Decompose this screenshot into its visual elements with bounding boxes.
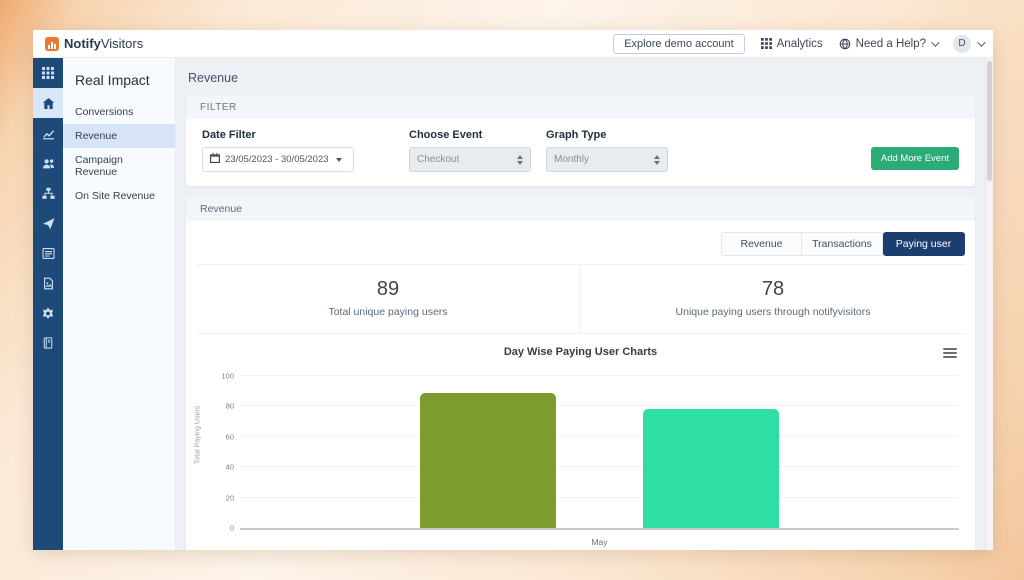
y-axis-title: Total Paying Users — [195, 405, 202, 463]
chart-menu-icon[interactable] — [943, 346, 957, 360]
chart-section: Day Wise Paying User Charts Total Paying… — [196, 334, 965, 550]
revenue-panel-header: Revenue — [186, 197, 975, 221]
stat-unique-paying-users-notifyvisitors: 78 Unique paying users through notifyvis… — [581, 265, 965, 333]
rail-chart-line-icon[interactable] — [33, 118, 63, 148]
stats-row: 89 Total unique paying users 78 Unique p… — [196, 264, 965, 334]
tab-paying-user[interactable]: Paying user — [883, 232, 965, 256]
need-help-menu[interactable]: Need a Help? — [839, 38, 937, 50]
bar-paying-users-through-notifyvisitors — [643, 409, 779, 528]
tab-revenue[interactable]: Revenue — [721, 232, 802, 256]
chart-tabs: Revenue Transactions Paying user — [196, 232, 965, 256]
submenu-title: Real Impact — [63, 68, 175, 100]
y-tick-label: 40 — [210, 463, 234, 472]
analytics-label: Analytics — [777, 38, 823, 50]
secondary-sidebar: Real Impact Conversions Revenue Campaign… — [63, 58, 176, 550]
rail-form-list-icon[interactable] — [33, 238, 63, 268]
rail-file-image-icon[interactable] — [33, 268, 63, 298]
scrollbar-thumb[interactable] — [987, 61, 992, 181]
logo-text-regular: Visitors — [101, 36, 143, 51]
explore-demo-account-button[interactable]: Explore demo account — [613, 34, 744, 54]
add-more-event-button[interactable]: Add More Event — [871, 147, 959, 170]
need-help-label: Need a Help? — [856, 38, 926, 50]
bar-total-paying-users — [420, 393, 556, 528]
globe-icon — [839, 38, 851, 50]
choose-event-select[interactable]: Checkout — [409, 147, 531, 172]
sidebar-item-on-site-revenue[interactable]: On Site Revenue — [63, 184, 175, 208]
calendar-icon — [210, 153, 220, 166]
plot-area: 020406080100 — [240, 376, 959, 530]
window-scrollbar — [985, 58, 993, 550]
sidebar-item-conversions[interactable]: Conversions — [63, 100, 175, 124]
logo-text-bold: Notify — [64, 36, 101, 51]
avatar: D — [953, 35, 971, 53]
app-window: NotifyVisitors Explore demo account Anal… — [33, 30, 993, 550]
page-background: NotifyVisitors Explore demo account Anal… — [0, 0, 1024, 580]
date-filter-label: Date Filter — [202, 129, 354, 141]
rail-gear-icon[interactable] — [33, 298, 63, 328]
y-tick-label: 80 — [210, 402, 234, 411]
chart-title: Day Wise Paying User Charts — [196, 346, 965, 358]
stat-value: 89 — [202, 278, 574, 301]
graph-type-label: Graph Type — [546, 129, 668, 141]
chevron-down-icon — [931, 38, 939, 46]
brand-logo[interactable]: NotifyVisitors — [45, 36, 143, 51]
bar-chart: Total Paying Users 020406080100 May Date… — [240, 376, 959, 550]
caret-down-icon — [336, 158, 342, 162]
rail-grid-icon[interactable] — [33, 58, 63, 88]
tab-transactions[interactable]: Transactions — [802, 232, 883, 256]
choose-event-value: Checkout — [417, 154, 459, 165]
main-content: Revenue FILTER Date Filter 23/05/2023 - … — [176, 58, 985, 550]
revenue-panel: Revenue Revenue Transactions Paying user… — [186, 197, 975, 550]
stat-label: Unique paying users through notifyvisito… — [587, 306, 959, 318]
y-tick-label: 60 — [210, 432, 234, 441]
logo-chart-icon — [45, 37, 59, 51]
date-range-picker[interactable]: 23/05/2023 - 30/05/2023 — [202, 147, 354, 172]
x-axis-title: Date — [240, 549, 959, 550]
topbar: NotifyVisitors Explore demo account Anal… — [33, 30, 993, 58]
page-title: Revenue — [186, 58, 975, 96]
sidebar-item-revenue[interactable]: Revenue — [63, 124, 175, 148]
y-tick-label: 0 — [210, 524, 234, 533]
select-arrows-icon — [517, 155, 523, 165]
date-range-value: 23/05/2023 - 30/05/2023 — [225, 154, 329, 165]
stat-value: 78 — [587, 278, 959, 301]
analytics-menu[interactable]: Analytics — [761, 38, 823, 50]
icon-rail — [33, 58, 63, 550]
rail-send-icon[interactable] — [33, 208, 63, 238]
filter-card: FILTER Date Filter 23/05/2023 - 30/05/20… — [186, 96, 975, 186]
x-tick-label: May — [240, 537, 959, 547]
user-menu[interactable]: D — [953, 35, 983, 53]
y-tick-label: 20 — [210, 493, 234, 502]
sidebar-item-campaign-revenue[interactable]: Campaign Revenue — [63, 148, 175, 184]
graph-type-value: Monthly — [554, 154, 589, 165]
rail-journal-icon[interactable] — [33, 328, 63, 358]
stat-total-unique-paying-users: 89 Total unique paying users — [196, 265, 581, 333]
select-arrows-icon — [654, 155, 660, 165]
chevron-down-icon — [977, 38, 985, 46]
stat-label: Total unique paying users — [202, 306, 574, 318]
analytics-grid-icon — [761, 38, 772, 49]
graph-type-select[interactable]: Monthly — [546, 147, 668, 172]
filter-header: FILTER — [186, 96, 975, 119]
choose-event-label: Choose Event — [409, 129, 531, 141]
y-tick-label: 100 — [210, 372, 234, 381]
rail-sitemap-icon[interactable] — [33, 178, 63, 208]
rail-home-icon[interactable] — [33, 88, 63, 118]
rail-users-icon[interactable] — [33, 148, 63, 178]
